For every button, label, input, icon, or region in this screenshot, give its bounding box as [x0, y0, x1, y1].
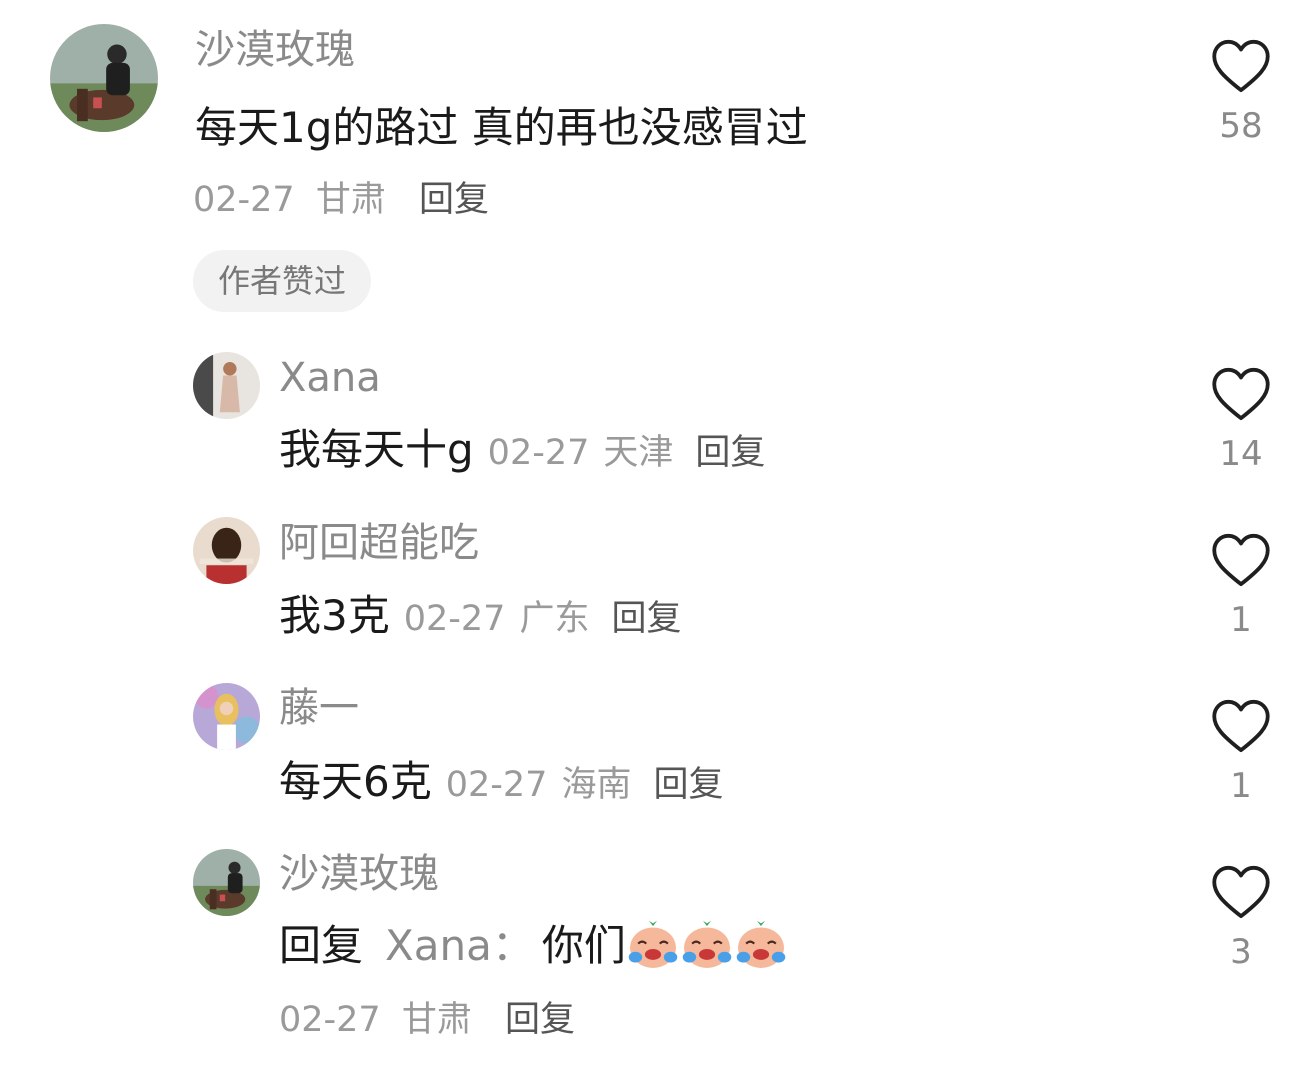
like-button[interactable]: 1	[1181, 532, 1301, 640]
reply-button[interactable]: 回复	[419, 180, 489, 220]
reply-username[interactable]: 藤一	[279, 684, 359, 732]
like-count: 1	[1230, 766, 1252, 806]
like-button[interactable]: 58	[1181, 38, 1301, 146]
avatar-colorful-figure-icon	[193, 683, 260, 750]
reply-location: 广东	[519, 599, 590, 639]
avatar-horse-rider-icon	[193, 849, 260, 916]
heart-outline-icon[interactable]	[1210, 698, 1272, 754]
like-button[interactable]: 3	[1181, 864, 1301, 972]
reply-button[interactable]: 回复	[653, 765, 723, 805]
comment-section: 沙漠玫瑰 每天1g的路过 真的再也没感冒过 02-27 甘肃 回复 作者赞过 5…	[0, 0, 1304, 1080]
comment-meta: 02-27 甘肃 回复	[193, 178, 489, 222]
reply-text-line: 我3克 02-27 广东 回复	[279, 590, 681, 645]
reply-text-line: 我每天十g 02-27 天津 回复	[279, 424, 765, 479]
crying-laughing-emoji-icon	[682, 920, 732, 969]
reply-text: 你们	[541, 921, 626, 970]
reply-location: 甘肃	[401, 1000, 472, 1040]
avatar[interactable]	[193, 849, 260, 916]
avatar[interactable]	[193, 683, 260, 750]
reply-text: 每天6克	[279, 757, 432, 806]
reply-date: 02-27	[487, 433, 590, 473]
crying-laughing-emoji-icon	[628, 920, 678, 969]
reply-button[interactable]: 回复	[505, 1000, 575, 1040]
avatar-horse-rider-icon	[50, 24, 158, 132]
reply-button[interactable]: 回复	[611, 599, 681, 639]
reply-text-line: 每天6克 02-27 海南 回复	[279, 756, 723, 811]
heart-outline-icon[interactable]	[1210, 366, 1272, 422]
reply-text-line: 回复 Xana： 你们	[279, 920, 788, 972]
avatar-woman-standing-icon	[193, 352, 260, 419]
reply-text: 我3克	[279, 591, 390, 640]
avatar[interactable]	[50, 24, 158, 132]
reply-username[interactable]: 沙漠玫瑰	[279, 850, 439, 898]
reply-meta: 02-27 甘肃 回复	[279, 998, 575, 1042]
crying-laughing-emoji-icon	[736, 920, 786, 969]
avatar[interactable]	[193, 517, 260, 584]
heart-outline-icon[interactable]	[1210, 38, 1272, 94]
like-count: 58	[1219, 106, 1263, 146]
heart-outline-icon[interactable]	[1210, 532, 1272, 588]
like-button[interactable]: 1	[1181, 698, 1301, 806]
comment-location: 甘肃	[315, 180, 386, 220]
avatar-person-portrait-icon	[193, 517, 260, 584]
reply-date: 02-27	[403, 599, 506, 639]
reply-prefix: 回复	[279, 921, 364, 970]
like-count: 14	[1219, 434, 1263, 474]
emoji-group	[626, 917, 788, 973]
like-button[interactable]: 14	[1181, 366, 1301, 474]
heart-outline-icon[interactable]	[1210, 864, 1272, 920]
reply-date: 02-27	[445, 765, 548, 805]
reply-target-username[interactable]: Xana：	[385, 921, 534, 970]
comment-date: 02-27	[193, 180, 295, 220]
reply-username[interactable]: Xana	[279, 354, 381, 402]
comment-username[interactable]: 沙漠玫瑰	[195, 26, 355, 74]
reply-text: 我每天十g	[279, 425, 474, 474]
reply-username[interactable]: 阿回超能吃	[279, 519, 479, 567]
like-count: 3	[1230, 932, 1252, 972]
reply-button[interactable]: 回复	[695, 433, 765, 473]
author-liked-badge: 作者赞过	[193, 250, 371, 312]
avatar[interactable]	[193, 352, 260, 419]
reply-location: 天津	[603, 433, 674, 473]
like-count: 1	[1230, 600, 1252, 640]
reply-date: 02-27	[279, 1000, 381, 1040]
reply-location: 海南	[561, 765, 632, 805]
comment-text: 每天1g的路过 真的再也没感冒过	[195, 103, 808, 152]
